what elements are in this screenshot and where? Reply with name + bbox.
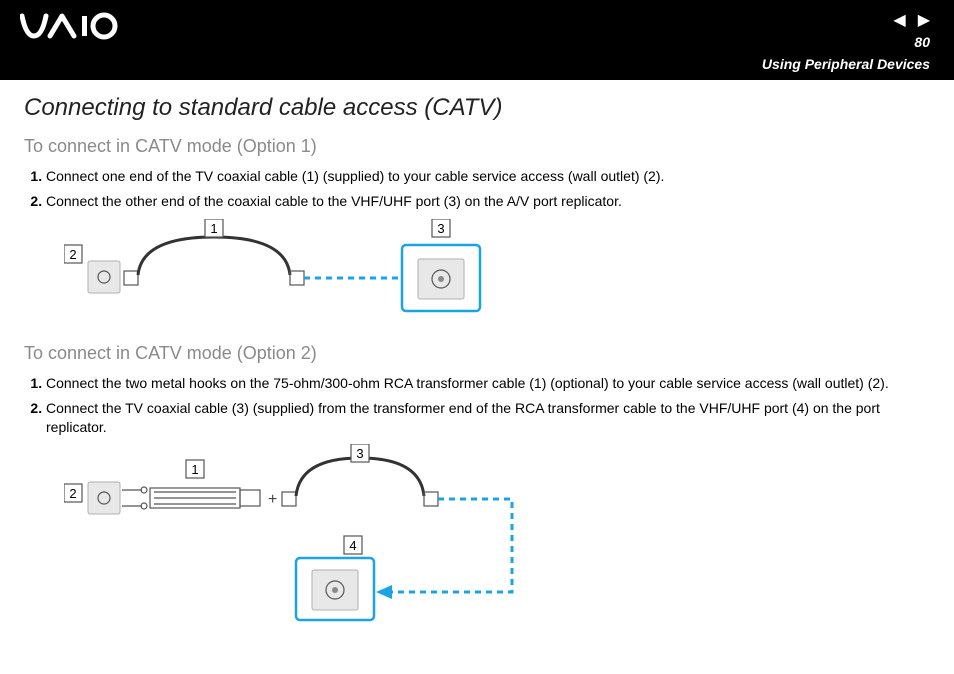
- page-title: Connecting to standard cable access (CAT…: [24, 94, 930, 122]
- option2-step-1: Connect the two metal hooks on the 75-oh…: [46, 374, 930, 393]
- option1-heading: To connect in CATV mode (Option 1): [24, 136, 930, 157]
- option2-steps: Connect the two metal hooks on the 75-oh…: [24, 374, 930, 437]
- callout-1: 1: [210, 221, 217, 236]
- callout2-4: 4: [349, 538, 356, 553]
- svg-text:+: +: [268, 491, 277, 508]
- callout-2: 2: [69, 247, 76, 262]
- option1-steps: Connect one end of the TV coaxial cable …: [24, 167, 930, 211]
- option2-diagram: 2 1 + 3: [64, 444, 930, 624]
- section-label: Using Peripheral Devices: [762, 56, 930, 72]
- prev-page-arrow[interactable]: ◀: [893, 10, 905, 30]
- callout-3: 3: [437, 221, 444, 236]
- page-number: 80: [914, 34, 930, 50]
- nav-arrows: ◀ ▶: [893, 10, 930, 30]
- option1-step-1: Connect one end of the TV coaxial cable …: [46, 167, 930, 186]
- option1-step-2: Connect the other end of the coaxial cab…: [46, 192, 930, 211]
- option2-step-2: Connect the TV coaxial cable (3) (suppli…: [46, 399, 930, 437]
- callout2-3: 3: [356, 446, 363, 461]
- option2-heading: To connect in CATV mode (Option 2): [24, 343, 930, 364]
- callout2-1: 1: [191, 462, 198, 477]
- vaio-logo: [20, 12, 140, 55]
- option1-diagram: 2 1 3: [64, 219, 930, 329]
- header-bar: ◀ ▶ 80 Using Peripheral Devices: [0, 0, 954, 80]
- page-content: Connecting to standard cable access (CAT…: [0, 80, 954, 662]
- next-page-arrow[interactable]: ▶: [918, 10, 930, 30]
- callout2-2: 2: [69, 486, 76, 501]
